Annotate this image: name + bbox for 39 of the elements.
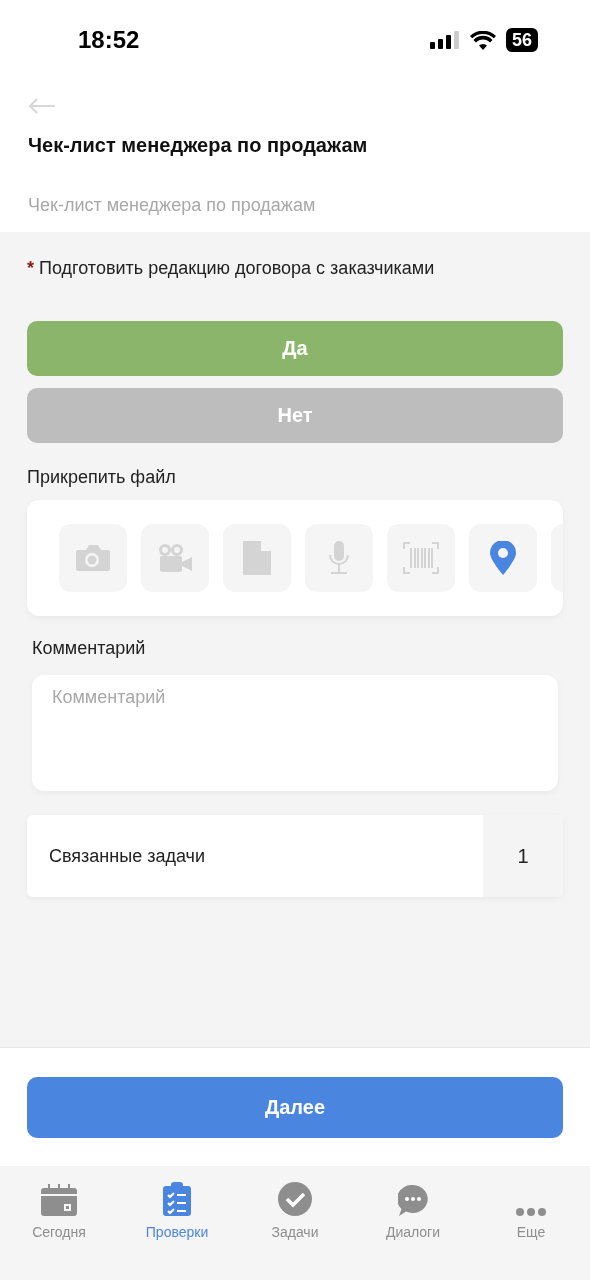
page-title: Чек-лист менеджера по продажам: [28, 134, 369, 157]
page-subtitle: Чек-лист менеджера по продажам: [28, 195, 317, 216]
video-attach-button[interactable]: [141, 524, 209, 592]
signal-icon: [429, 31, 460, 49]
tab[interactable]: Диалоги: [354, 1174, 472, 1240]
barcode-icon: [403, 542, 439, 574]
clipboard-icon: [163, 1182, 191, 1216]
camera-attach-button[interactable]: [59, 524, 127, 592]
calendar-icon: [41, 1184, 77, 1216]
related-tasks-count: 1: [483, 815, 563, 897]
video-camera-icon: [157, 542, 193, 574]
location-attach-button[interactable]: [469, 524, 537, 592]
document-attach-button[interactable]: [223, 524, 291, 592]
document-icon: [243, 541, 271, 575]
status-time: 18:52: [78, 26, 140, 54]
wifi-icon: [469, 30, 496, 50]
microphone-icon: [327, 541, 351, 575]
yes-button[interactable]: Да: [27, 321, 563, 376]
more-icon: [516, 1208, 546, 1216]
barcode-attach-button[interactable]: [387, 524, 455, 592]
tab[interactable]: Проверки: [118, 1174, 236, 1240]
battery-icon: 56: [505, 28, 538, 52]
checkmark-circle-icon: [278, 1182, 312, 1216]
question-text: * Подготовить редакцию договора с заказчиками: [27, 258, 436, 279]
chat-bubble-icon: [398, 1185, 428, 1216]
tab[interactable]: Сегодня: [0, 1174, 118, 1240]
camera-icon: [75, 544, 111, 572]
location-pin-icon: [490, 541, 516, 575]
microphone-attach-button[interactable]: [305, 524, 373, 592]
tab[interactable]: Еще: [472, 1174, 590, 1240]
no-button[interactable]: Нет: [27, 388, 563, 443]
comment-field[interactable]: Комментарий: [32, 675, 558, 791]
related-tasks-row[interactable]: Связанные задачи 1: [27, 815, 563, 897]
next-button[interactable]: Далее: [27, 1076, 563, 1138]
related-tasks-label: Связанные задачи: [48, 844, 206, 868]
comment-label: Комментарий: [31, 638, 147, 659]
attach-label: Прикрепить файл: [27, 467, 177, 488]
tab[interactable]: Задачи: [236, 1174, 354, 1240]
back-arrow-icon[interactable]: [28, 98, 56, 114]
